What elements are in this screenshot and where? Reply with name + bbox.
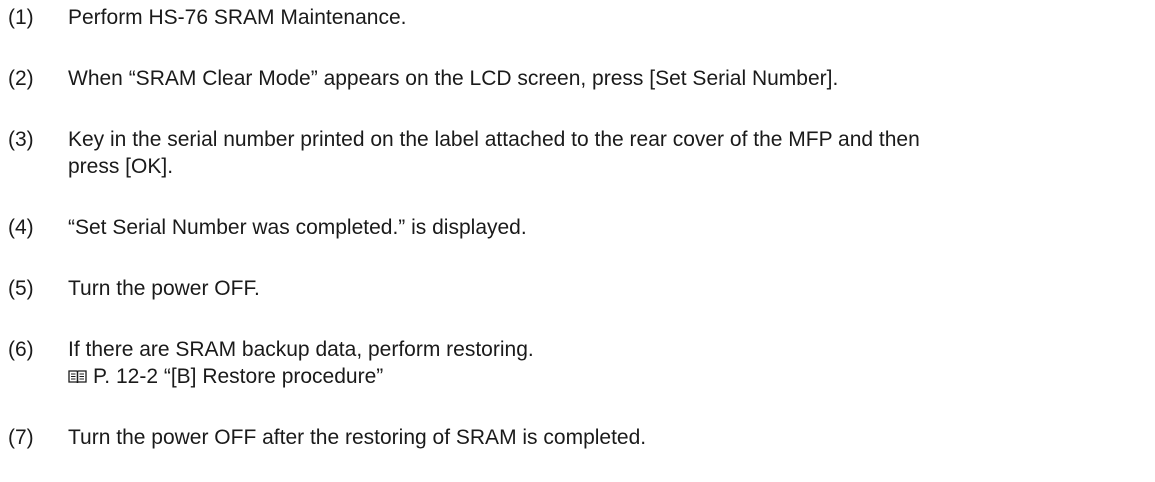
step-number: (1)	[8, 6, 34, 29]
step-line: Perform HS-76 SRAM Maintenance.	[68, 6, 407, 29]
step-line: Turn the power OFF.	[68, 277, 260, 300]
step-line: Turn the power OFF after the restoring o…	[68, 426, 647, 449]
step-text: Perform HS-76 SRAM Maintenance.	[68, 4, 1148, 31]
step-text: Key in the serial number printed on the …	[68, 126, 1148, 180]
cross-reference[interactable]: P. 12-2 “[B] Restore procedure”	[68, 363, 1148, 390]
book-icon	[68, 370, 87, 384]
step-text: When “SRAM Clear Mode” appears on the LC…	[68, 65, 1148, 92]
cross-reference-text: P. 12-2 “[B] Restore procedure”	[93, 365, 384, 388]
step-number: (2)	[8, 67, 34, 90]
procedure-steps: (1) Perform HS-76 SRAM Maintenance. (2) …	[0, 0, 1155, 482]
step-text: “Set Serial Number was completed.” is di…	[68, 214, 1148, 241]
step-line: If there are SRAM backup data, perform r…	[68, 338, 534, 361]
step-line: “Set Serial Number was completed.” is di…	[68, 216, 527, 239]
step-number: (5)	[8, 277, 34, 300]
step-text: If there are SRAM backup data, perform r…	[68, 336, 1148, 390]
step-text: Turn the power OFF.	[68, 275, 1148, 302]
step-number: (4)	[8, 216, 34, 239]
step-line: press [OK].	[68, 155, 174, 178]
step-text: Turn the power OFF after the restoring o…	[68, 424, 1148, 451]
step-number: (3)	[8, 128, 34, 151]
step-line: Key in the serial number printed on the …	[68, 128, 920, 151]
step-number: (7)	[8, 426, 34, 449]
step-number: (6)	[8, 338, 34, 361]
step-line: When “SRAM Clear Mode” appears on the LC…	[68, 67, 839, 90]
